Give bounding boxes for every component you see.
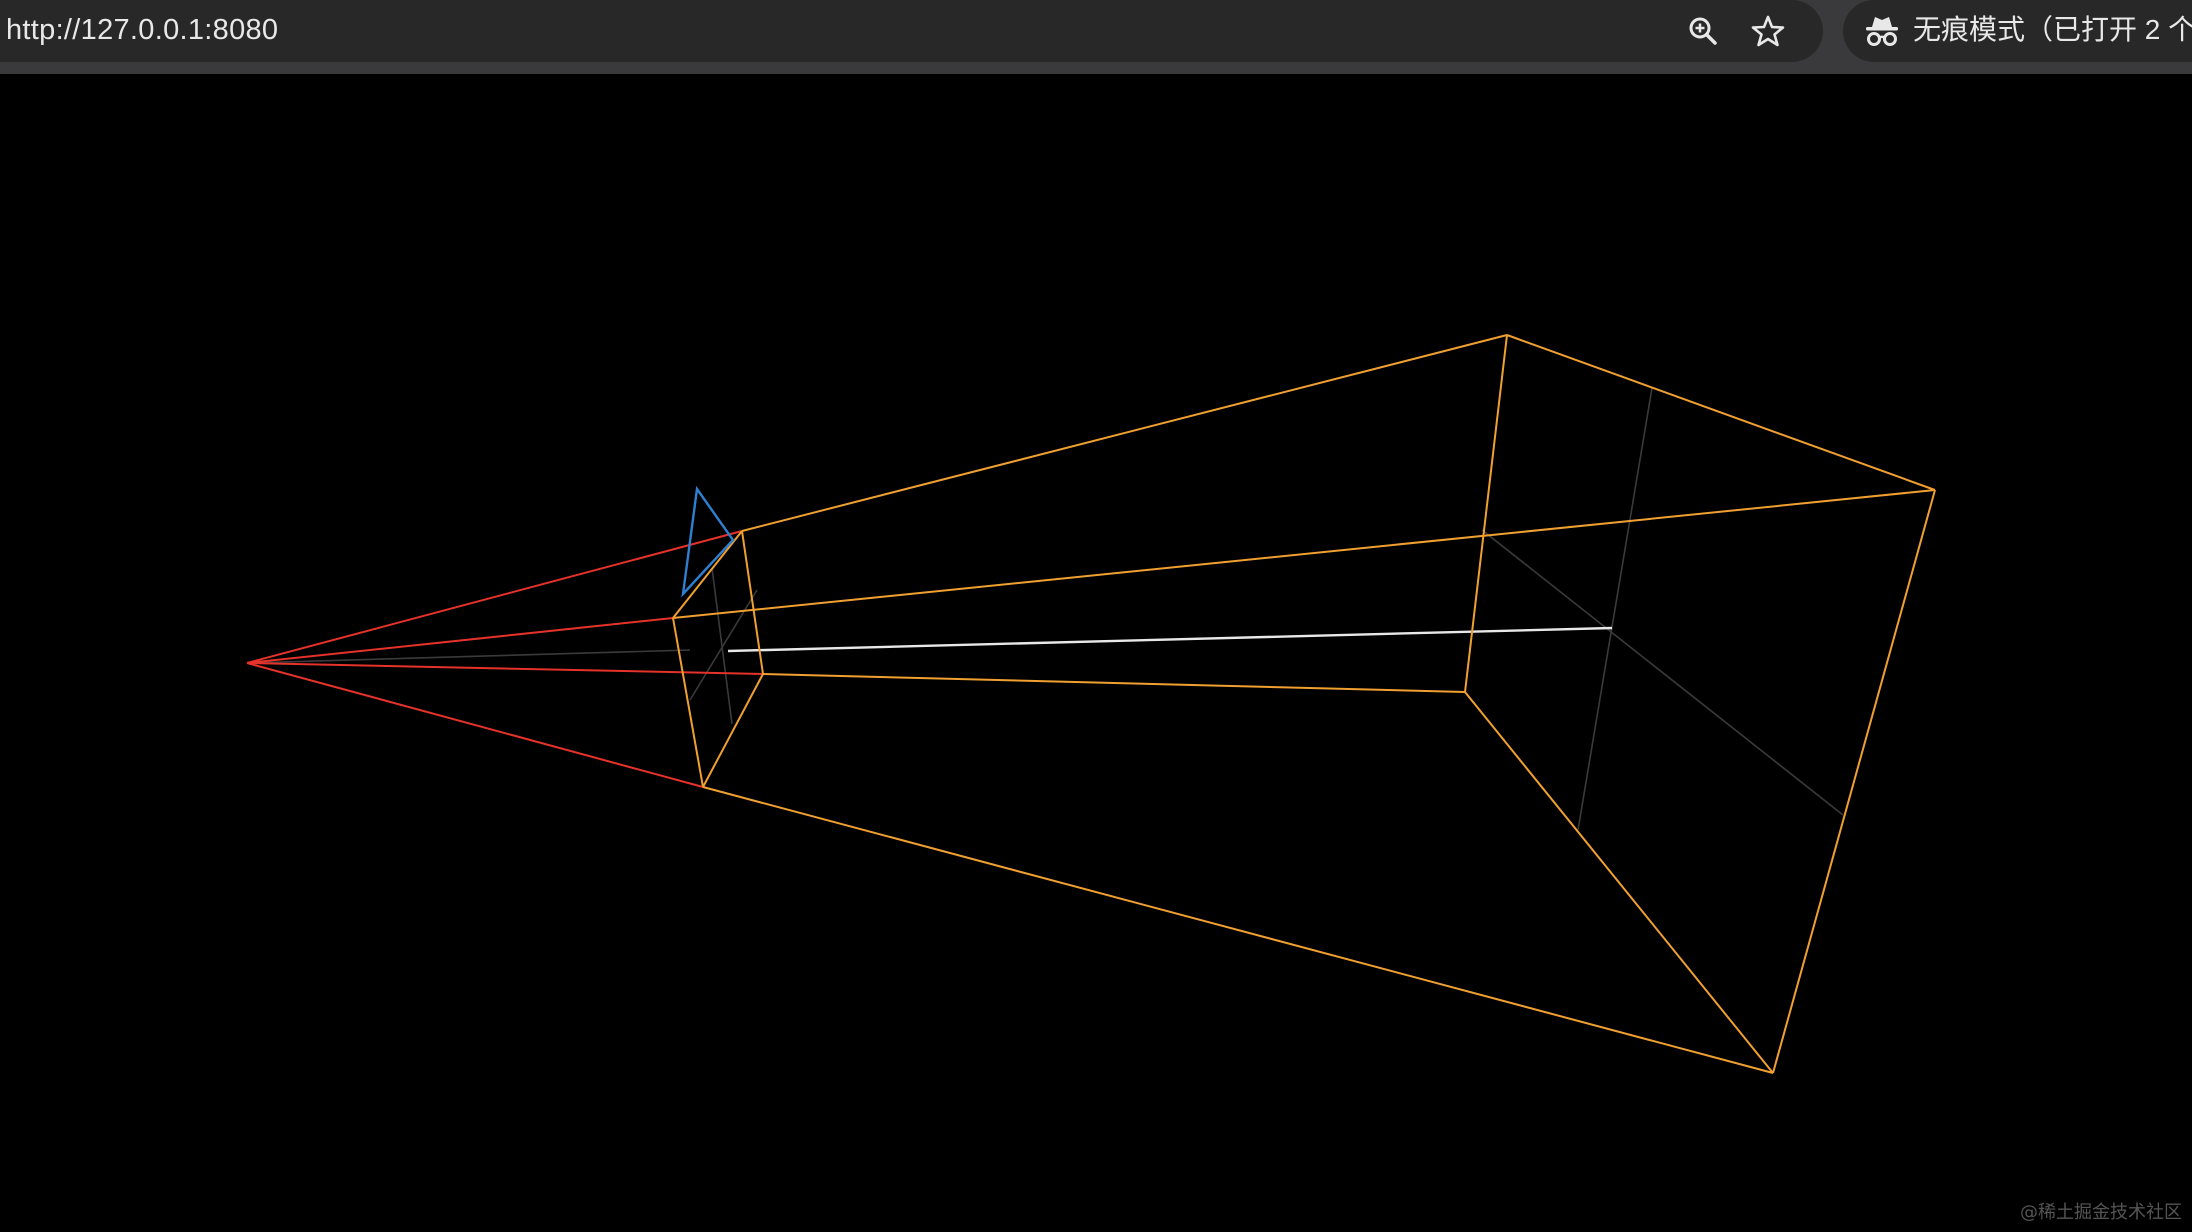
frustum-edge-middle <box>762 673 1466 693</box>
incognito-indicator[interactable]: 无痕模式（已打开 2 个窗 <box>1843 0 2192 62</box>
far-cross-diagonal <box>1481 529 1844 816</box>
far-plane-top <box>1506 334 1936 491</box>
far-cross-vertical <box>1577 387 1653 831</box>
up-indicator-triangle <box>681 485 735 598</box>
cone-edge-top <box>246 530 743 664</box>
near-cross-diagonal <box>689 589 758 701</box>
star-icon[interactable] <box>1748 11 1788 51</box>
target-line <box>727 626 1613 653</box>
near-plane-left <box>672 617 704 788</box>
incognito-icon <box>1863 12 1901 50</box>
far-plane-bottom <box>1464 691 1774 1074</box>
frustum-edge-upper <box>672 489 1936 619</box>
address-bar[interactable]: http://127.0.0.1:8080 <box>0 0 1823 62</box>
far-plane-left <box>1464 334 1508 693</box>
browser-toolbar: http://127.0.0.1:8080 无痕模式（已打开 2 个 <box>0 0 2192 62</box>
incognito-label: 无痕模式（已打开 2 个窗 <box>1913 14 2192 45</box>
camera-helper-scene <box>246 334 1936 1074</box>
watermark: @稀土掘金技术社区 <box>2020 1202 2182 1223</box>
toolbar-divider <box>0 62 2192 74</box>
cone-edge-right <box>246 662 764 675</box>
frustum-edge-top <box>741 334 1508 532</box>
webgl-canvas[interactable]: @稀土掘金技术社区 <box>0 74 2192 1232</box>
url-text[interactable]: http://127.0.0.1:8080 <box>6 10 278 50</box>
far-plane-right <box>1772 489 1936 1074</box>
frustum-edge-bottom <box>702 786 1774 1074</box>
near-plane-bottom <box>702 673 764 788</box>
zoom-in-icon[interactable] <box>1683 11 1723 51</box>
cone-edge-bottom <box>246 662 704 788</box>
near-plane-top <box>672 530 743 619</box>
near-plane-right <box>741 530 764 675</box>
